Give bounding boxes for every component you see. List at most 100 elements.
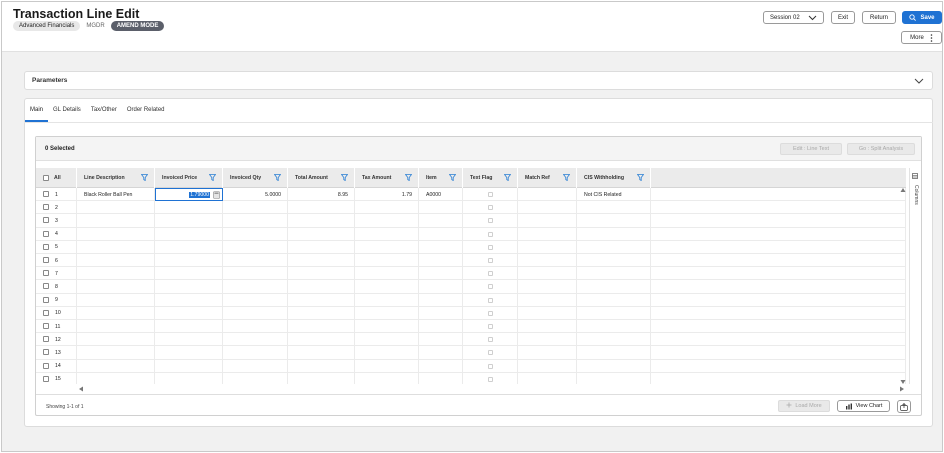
cell-tax-amount[interactable]	[355, 320, 419, 333]
split-analysis-button[interactable]: Go : Split Analysis	[847, 143, 915, 155]
cell-total-amount[interactable]	[288, 227, 355, 241]
cell-invoiced-price[interactable]	[155, 320, 223, 333]
row-checkbox[interactable]	[43, 296, 49, 303]
cell-match-ref[interactable]	[518, 188, 577, 201]
select-all-checkbox[interactable]	[43, 175, 49, 181]
cell-item[interactable]	[419, 267, 463, 281]
tab-main[interactable]: Main	[25, 106, 49, 122]
cell-invoiced-price[interactable]	[155, 346, 223, 360]
cell-tax-amount[interactable]	[355, 214, 419, 228]
cell-item[interactable]	[419, 320, 463, 333]
filter-icon[interactable]	[273, 174, 282, 183]
exit-button[interactable]: Exit	[831, 11, 855, 24]
cell-text-flag[interactable]	[463, 188, 518, 201]
cell-line-description[interactable]	[77, 372, 155, 384]
cell-match-ref[interactable]	[518, 227, 577, 241]
cell-invoiced-price[interactable]: 1.79000	[155, 188, 223, 201]
cell-cis-withholding[interactable]	[577, 240, 651, 254]
row-checkbox[interactable]	[43, 243, 49, 250]
table-row[interactable]: 2	[36, 201, 906, 215]
cell-item[interactable]: A0000	[419, 188, 463, 201]
cell-tax-amount[interactable]: 1.79	[355, 188, 419, 201]
cell-tax-amount[interactable]	[355, 201, 419, 215]
cell-tax-amount[interactable]	[355, 293, 419, 307]
cell-total-amount[interactable]	[288, 280, 355, 294]
cell-invoiced-price[interactable]	[155, 306, 223, 320]
col-line-description[interactable]: Line Description	[77, 168, 155, 188]
cell-match-ref[interactable]	[518, 359, 577, 373]
cell-invoiced-qty[interactable]	[223, 201, 288, 215]
cell-invoiced-qty[interactable]	[223, 346, 288, 360]
cell-invoiced-qty[interactable]	[223, 333, 288, 347]
cell-tax-amount[interactable]	[355, 306, 419, 320]
cell-invoiced-qty[interactable]	[223, 320, 288, 333]
cell-tax-amount[interactable]	[355, 227, 419, 241]
cell-item[interactable]	[419, 372, 463, 384]
cell-text-flag[interactable]	[463, 240, 518, 254]
cell-cis-withholding[interactable]	[577, 214, 651, 228]
cell-cis-withholding[interactable]	[577, 254, 651, 267]
cell-line-description[interactable]	[77, 240, 155, 254]
table-row[interactable]: 4	[36, 227, 906, 241]
row-checkbox[interactable]	[43, 191, 49, 197]
parameters-panel[interactable]: Parameters	[24, 71, 933, 90]
table-row[interactable]: 3	[36, 214, 906, 228]
table-row[interactable]: 8	[36, 280, 906, 294]
cell-invoiced-price[interactable]	[155, 359, 223, 373]
cell-match-ref[interactable]	[518, 280, 577, 294]
filter-icon[interactable]	[503, 174, 512, 183]
cell-text-flag[interactable]	[463, 359, 518, 373]
cell-text-flag[interactable]	[463, 201, 518, 215]
filter-icon[interactable]	[340, 174, 349, 183]
row-checkbox[interactable]	[43, 323, 49, 329]
cell-cis-withholding[interactable]	[577, 320, 651, 333]
cell-line-description[interactable]: Black Roller Ball Pen	[77, 188, 155, 201]
cell-cis-withholding[interactable]: Not CIS Related	[577, 188, 651, 201]
cell-cis-withholding[interactable]	[577, 293, 651, 307]
cell-total-amount[interactable]	[288, 214, 355, 228]
header-select-all[interactable]: All	[36, 168, 77, 188]
horizontal-scrollbar[interactable]	[77, 386, 906, 392]
cell-match-ref[interactable]	[518, 293, 577, 307]
col-cis-withholding[interactable]: CIS Withholding	[577, 168, 651, 188]
table-row[interactable]: 11	[36, 320, 906, 334]
cell-invoiced-qty[interactable]	[223, 227, 288, 241]
col-invoiced-price[interactable]: Invoiced Price	[155, 168, 223, 188]
table-row[interactable]: 10	[36, 306, 906, 320]
cell-total-amount[interactable]: 8.95	[288, 188, 355, 201]
table-row[interactable]: 7	[36, 267, 906, 281]
cell-item[interactable]	[419, 214, 463, 228]
cell-match-ref[interactable]	[518, 254, 577, 267]
cell-line-description[interactable]	[77, 320, 155, 333]
tab-order-related[interactable]: Order Related	[122, 106, 170, 122]
cell-invoiced-price[interactable]	[155, 240, 223, 254]
cell-invoiced-price[interactable]	[155, 267, 223, 281]
cell-invoiced-price[interactable]	[155, 227, 223, 241]
cell-cis-withholding[interactable]	[577, 267, 651, 281]
cell-text-flag[interactable]	[463, 320, 518, 333]
cell-invoiced-qty[interactable]	[223, 372, 288, 384]
table-row[interactable]: 1 Black Roller Ball Pen 1.79000 5.0000 8.95 1…	[36, 188, 906, 202]
cell-total-amount[interactable]	[288, 240, 355, 254]
col-text-flag[interactable]: Text Flag	[463, 168, 518, 188]
cell-line-description[interactable]	[77, 346, 155, 360]
cell-match-ref[interactable]	[518, 306, 577, 320]
cell-line-description[interactable]	[77, 201, 155, 215]
cell-invoiced-qty[interactable]	[223, 254, 288, 267]
cell-invoiced-qty[interactable]	[223, 267, 288, 281]
cell-invoiced-qty[interactable]	[223, 214, 288, 228]
cell-line-description[interactable]	[77, 227, 155, 241]
tab-tax-other[interactable]: Tax/Other	[86, 106, 122, 122]
cell-text-flag[interactable]	[463, 280, 518, 294]
cell-match-ref[interactable]	[518, 372, 577, 384]
columns-sidebar[interactable]: Columns	[909, 168, 921, 384]
load-more-button[interactable]: Load More	[778, 400, 830, 412]
cell-item[interactable]	[419, 333, 463, 347]
col-tax-amount[interactable]: Tax Amount	[355, 168, 419, 188]
cell-line-description[interactable]	[77, 280, 155, 294]
export-button[interactable]	[897, 400, 911, 413]
cell-item[interactable]	[419, 201, 463, 215]
cell-text-flag[interactable]	[463, 227, 518, 241]
cell-invoiced-price[interactable]	[155, 214, 223, 228]
cell-match-ref[interactable]	[518, 333, 577, 347]
